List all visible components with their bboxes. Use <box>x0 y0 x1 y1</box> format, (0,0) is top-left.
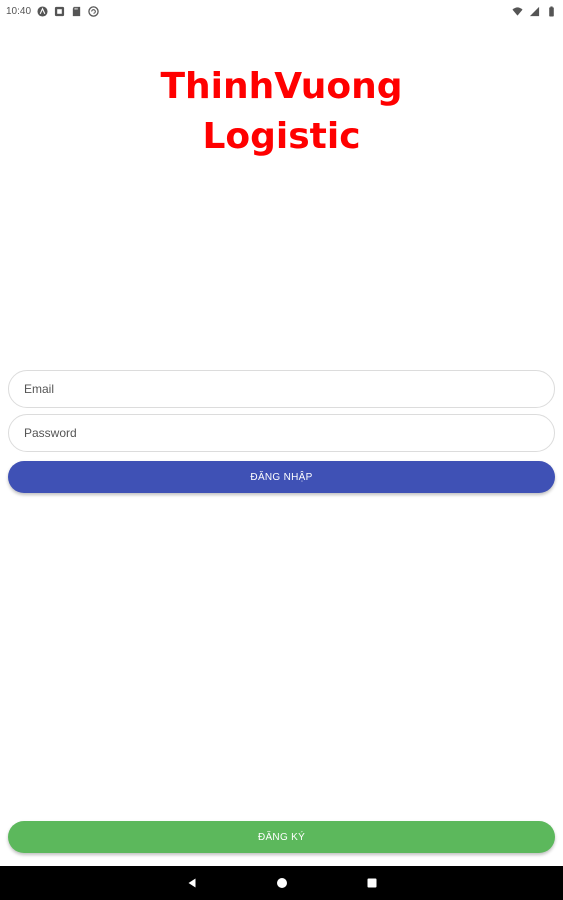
status-time: 10:40 <box>6 5 32 17</box>
status-bar: 10:40 <box>0 0 563 22</box>
sd-card-icon <box>71 6 82 17</box>
password-field[interactable] <box>8 414 555 452</box>
app-title: ThinhVuong Logistic <box>0 62 563 162</box>
login-button[interactable]: ĐĂNG NHẬP <box>8 461 555 493</box>
android-notification-icon <box>37 5 48 17</box>
app-notification-icon <box>54 6 65 17</box>
sync-icon <box>88 5 99 17</box>
signal-icon <box>529 6 540 17</box>
home-icon[interactable] <box>272 873 292 893</box>
status-bar-right <box>512 5 557 17</box>
battery-icon <box>546 5 557 17</box>
register-button[interactable]: ĐĂNG KÝ <box>8 821 555 853</box>
wifi-icon <box>512 6 523 17</box>
back-icon[interactable] <box>182 873 202 893</box>
app-title-line-1: ThinhVuong <box>160 66 403 107</box>
app-title-line-2: Logistic <box>202 116 361 157</box>
navigation-bar <box>0 866 563 900</box>
status-bar-left: 10:40 <box>6 6 99 17</box>
email-field[interactable] <box>8 370 555 408</box>
recents-icon[interactable] <box>362 873 382 893</box>
